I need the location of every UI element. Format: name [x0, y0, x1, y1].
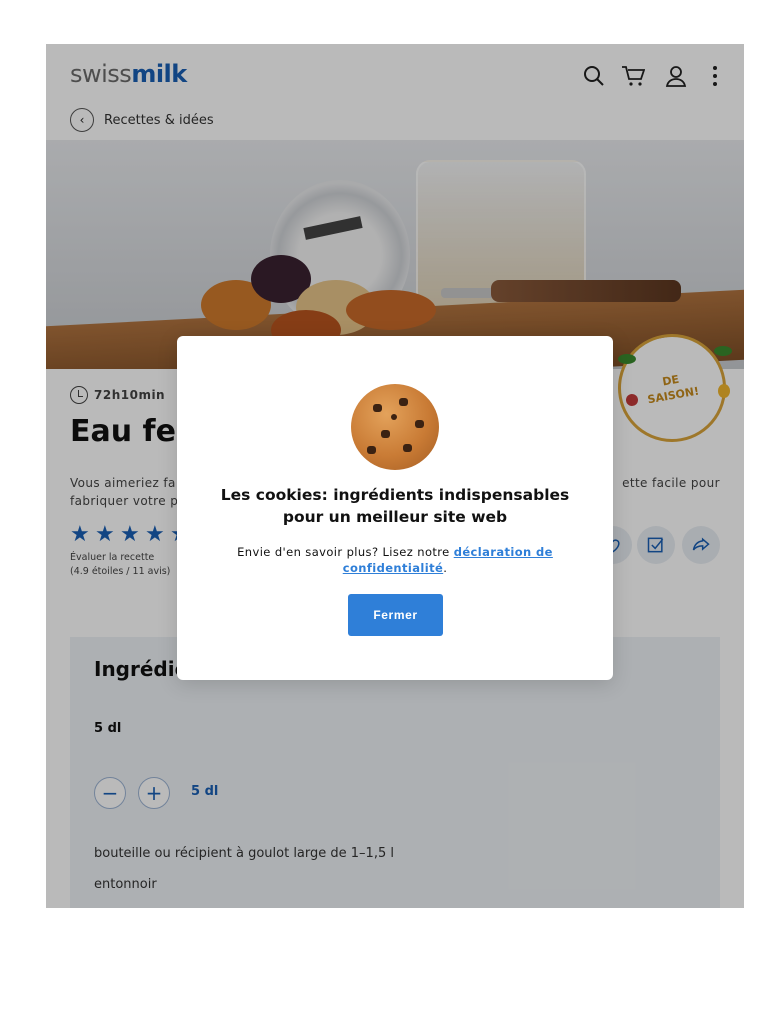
cookie-text-prefix: Envie d'en savoir plus? Lisez notre: [237, 545, 454, 559]
close-button[interactable]: Fermer: [348, 594, 443, 636]
cookie-icon: [351, 384, 439, 470]
cookie-dialog-title: Les cookies: ingrédients indispensables …: [220, 486, 570, 526]
cookie-dialog: Les cookies: ingrédients indispensables …: [177, 336, 613, 680]
cookie-text-suffix: .: [443, 561, 448, 575]
cookie-dialog-text: Envie d'en savoir plus? Lisez notre décl…: [207, 544, 583, 576]
